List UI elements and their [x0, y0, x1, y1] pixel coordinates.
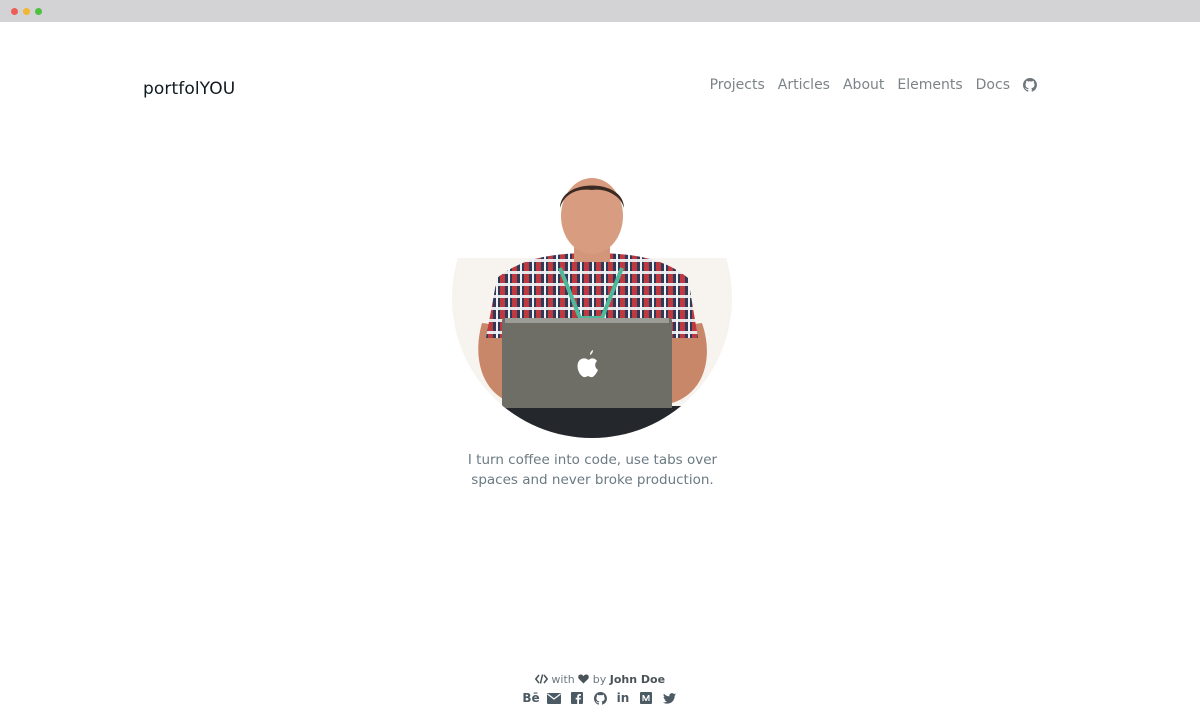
- github-social-icon[interactable]: [593, 691, 607, 705]
- nav-elements[interactable]: Elements: [897, 77, 962, 93]
- email-icon[interactable]: [547, 691, 561, 705]
- social-links: Bē in: [0, 691, 1200, 705]
- footer-by: by: [592, 673, 607, 686]
- brand-logo[interactable]: portfolYOU: [143, 79, 235, 99]
- linkedin-icon[interactable]: in: [616, 691, 630, 705]
- medium-icon[interactable]: [639, 691, 653, 705]
- footer-credit: with by John Doe: [0, 673, 1200, 687]
- heart-icon: [578, 674, 590, 687]
- nav-articles[interactable]: Articles: [778, 77, 830, 93]
- twitter-icon[interactable]: [662, 691, 676, 705]
- bio-text: I turn coffee into code, use tabs over s…: [467, 452, 718, 488]
- browser-title-bar: [0, 0, 1200, 22]
- minimize-window-dot[interactable]: [23, 8, 30, 15]
- facebook-icon[interactable]: [570, 691, 584, 705]
- close-window-dot[interactable]: [11, 8, 18, 15]
- author-name[interactable]: John Doe: [610, 673, 665, 686]
- maximize-window-dot[interactable]: [35, 8, 42, 15]
- behance-icon[interactable]: Bē: [522, 691, 539, 705]
- code-icon: [534, 674, 549, 687]
- profile-avatar: [452, 158, 732, 438]
- nav-docs[interactable]: Docs: [976, 77, 1010, 93]
- footer-with: with: [551, 673, 575, 686]
- main-nav: Projects Articles About Elements Docs: [710, 77, 1037, 93]
- nav-about[interactable]: About: [843, 77, 884, 93]
- nav-projects[interactable]: Projects: [710, 77, 765, 93]
- github-icon[interactable]: [1023, 78, 1037, 92]
